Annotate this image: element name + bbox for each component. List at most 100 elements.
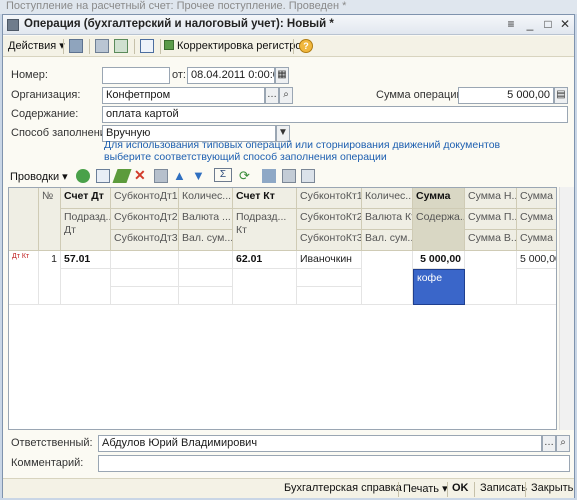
search-icon[interactable]: ⌕: [556, 435, 570, 452]
header-department-dt-suffix: Дт: [64, 224, 76, 236]
amount-field[interactable]: 5 000,00: [458, 87, 554, 104]
mark-icon[interactable]: [154, 169, 168, 183]
registers-icon: [164, 40, 174, 50]
organization-field[interactable]: Конфетпром: [102, 87, 265, 104]
close-button[interactable]: Закрыть: [531, 482, 573, 494]
comment-field[interactable]: [98, 455, 570, 472]
calendar-icon[interactable]: ▦: [275, 67, 289, 84]
header-department-dt-label: Подразд...: [64, 211, 111, 223]
row-number: 1: [39, 251, 61, 305]
responsible-label: Ответственный:: [11, 437, 93, 449]
header-subconto-kt2: СубконтоКт2: [297, 209, 362, 230]
row-subconto-kt1[interactable]: Иваночкин: [297, 251, 362, 269]
fill-icon[interactable]: [262, 169, 276, 183]
save-button[interactable]: Записать: [480, 482, 527, 494]
select-responsible-button[interactable]: …: [542, 435, 556, 452]
header-subconto-kt1: СубконтоКт1: [297, 188, 362, 209]
header-department-kt-label: Подразд...: [236, 211, 287, 223]
actions-label: Действия: [8, 40, 57, 52]
row-subconto-dt1[interactable]: [111, 251, 179, 269]
header-sum-vr1: Сумма В...: [465, 230, 517, 251]
header-department-kt-suffix: Кт: [236, 224, 247, 236]
help-icon[interactable]: ?: [299, 39, 313, 53]
minimize-icon[interactable]: _: [522, 17, 538, 32]
background-window-title: Поступление на расчетный счет: Прочее по…: [0, 0, 577, 14]
row-currency-sum-dt[interactable]: [179, 287, 233, 305]
row-content-selected[interactable]: кофе: [413, 269, 465, 305]
print-icon[interactable]: [301, 169, 315, 183]
row-subconto-dt2[interactable]: [111, 269, 179, 287]
organization-label: Организация:: [11, 89, 81, 101]
menu-icon[interactable]: ≡: [503, 17, 519, 32]
responsible-field[interactable]: Абдулов Юрий Владимирович: [98, 435, 542, 452]
maximize-icon[interactable]: □: [540, 17, 556, 32]
row-account-dt[interactable]: 57.01: [61, 251, 111, 269]
header-content: Содержа...: [413, 209, 465, 251]
row-department-dt[interactable]: [61, 269, 111, 305]
content-field[interactable]: оплата картой: [102, 106, 568, 123]
actions-menu[interactable]: Действия ▾: [8, 38, 65, 54]
header-quantity-kt: Количес...: [362, 188, 413, 209]
add-icon[interactable]: [76, 169, 90, 183]
entries-table: № Счет Дт Подразд... Дт СубконтоДт1 Субко…: [8, 187, 557, 430]
structure-icon[interactable]: [95, 39, 109, 53]
row-sum-pr2[interactable]: [517, 269, 556, 305]
move-down-icon[interactable]: ▼: [192, 168, 206, 183]
registers-correction-button[interactable]: Корректировка регистров: [164, 38, 307, 54]
header-sum-nu2: Сумма ...: [517, 188, 556, 209]
title-bar: Операция (бухгалтерский и налоговый учет…: [3, 15, 574, 35]
bottom-action-bar: Бухгалтерская справка Печать ▾ OK Записа…: [3, 478, 574, 498]
hint-line-1: Для использования типовых операций или с…: [104, 139, 501, 151]
row-sum-nu1[interactable]: [465, 251, 517, 305]
recalc-icon[interactable]: ⟳: [239, 168, 253, 183]
search-icon[interactable]: ⌕: [279, 87, 293, 104]
content-label: Содержание:: [11, 108, 79, 120]
header-account-kt: Счет Кт: [233, 188, 297, 209]
window-title: Операция (бухгалтерский и налоговый учет…: [24, 18, 334, 30]
delete-icon[interactable]: ✕: [134, 167, 148, 183]
header-currency-sum-dt: Вал. сум...: [179, 230, 233, 251]
print-button[interactable]: Печать ▾: [403, 482, 448, 495]
move-up-icon[interactable]: ▲: [173, 168, 187, 183]
post-icon[interactable]: [69, 39, 83, 53]
select-organization-button[interactable]: …: [265, 87, 279, 104]
header-subconto-kt3: СубконтоКт3: [297, 230, 362, 251]
row-account-kt[interactable]: 62.01: [233, 251, 297, 269]
edit-icon[interactable]: [112, 169, 132, 183]
copy-icon[interactable]: [96, 169, 110, 183]
entries-menu[interactable]: Проводки ▾: [10, 169, 68, 185]
row-sum-last[interactable]: 5 000,00: [517, 251, 556, 269]
operation-window: Операция (бухгалтерский и налоговый учет…: [2, 14, 575, 498]
row-subconto-kt3[interactable]: [297, 287, 362, 305]
journal-icon[interactable]: [140, 39, 154, 53]
print-label: Печать: [403, 483, 440, 495]
row-subconto-dt3[interactable]: [111, 287, 179, 305]
close-icon[interactable]: ✕: [557, 17, 573, 32]
hint-line-2: выберите соответствующий способ заполнен…: [104, 151, 387, 163]
refresh-icon[interactable]: [114, 39, 128, 53]
header-quantity-dt: Количес...: [179, 188, 233, 209]
row-sum[interactable]: 5 000,00: [413, 251, 465, 269]
comment-label: Комментарий:: [11, 457, 84, 469]
row-department-kt[interactable]: [233, 269, 297, 305]
entries-menu-label: Проводки: [10, 171, 60, 183]
sum-icon[interactable]: Σ: [214, 168, 232, 182]
fill-method-label: Способ заполнения:: [11, 127, 115, 139]
amount-label: Сумма операции:: [376, 89, 466, 101]
toolbar: Действия ▾ Корректировка регистров ?: [3, 36, 574, 57]
number-field[interactable]: [102, 67, 170, 84]
ok-button[interactable]: OK: [452, 482, 469, 494]
filter-icon[interactable]: [282, 169, 296, 183]
accounting-help-button[interactable]: Бухгалтерская справка: [284, 482, 402, 494]
row-quantity-kt[interactable]: [362, 251, 413, 305]
header-sum-pr1: Сумма П...: [465, 209, 517, 230]
header-subconto-dt2: СубконтоДт2: [111, 209, 179, 230]
table-scrollbar[interactable]: [559, 187, 574, 430]
calculator-icon[interactable]: ▤: [554, 87, 568, 104]
row-currency-dt[interactable]: [179, 269, 233, 287]
row-subconto-kt2[interactable]: [297, 269, 362, 287]
header-icon-col: [9, 188, 39, 251]
header-currency-sum-kt: Вал. сум...: [362, 230, 413, 251]
row-quantity-dt[interactable]: [179, 251, 233, 269]
date-field[interactable]: 08.04.2011 0:00:00: [187, 67, 275, 84]
